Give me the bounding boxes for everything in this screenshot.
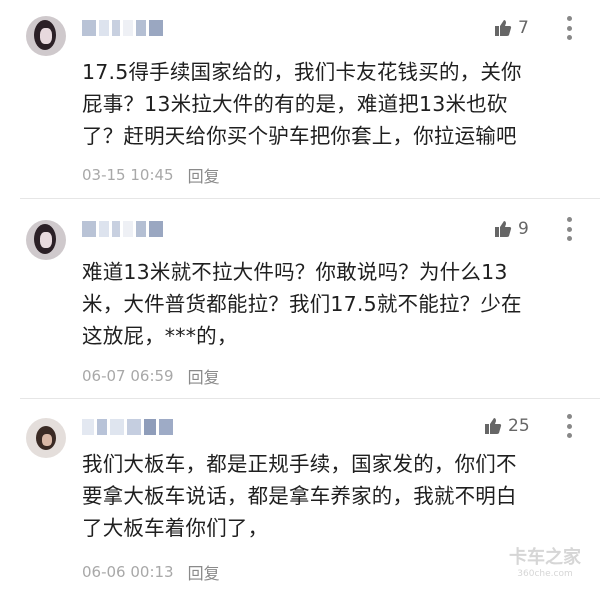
site-watermark: 卡车之家 360che.com [509, 547, 581, 580]
user-avatar[interactable] [26, 220, 66, 260]
more-options-button[interactable] [566, 16, 572, 40]
thumbs-up-icon [495, 20, 512, 36]
username-pixelated[interactable] [82, 416, 173, 438]
timestamp: 06-06 00:13 [82, 563, 174, 581]
like-button[interactable]: 7 [494, 16, 529, 40]
like-button[interactable]: 25 [484, 414, 530, 438]
comment-text: 难道13米就不拉大件吗？你敢说吗？为什么13 米，大件普货都能拉？我们17.5就… [82, 260, 522, 348]
user-avatar[interactable] [26, 16, 66, 56]
user-avatar[interactable] [26, 418, 66, 458]
like-count: 25 [508, 416, 530, 436]
divider [20, 198, 600, 199]
username-pixelated[interactable] [82, 17, 163, 39]
reply-button[interactable]: 回复 [188, 560, 220, 584]
comment-text: 17.5得手续国家给的，我们卡友花钱买的，关你 屁事？13米拉大件的有的是，难道… [82, 60, 522, 148]
reply-button[interactable]: 回复 [188, 364, 220, 388]
comment-meta: 06-06 00:13 回复 [82, 560, 220, 584]
comment-item: 9 难道13米就不拉大件吗？你敢说吗？为什么13 米，大件普货都能拉？我们17.… [0, 200, 600, 396]
reply-button[interactable]: 回复 [188, 163, 220, 187]
thumbs-up-icon [485, 418, 502, 434]
comment-meta: 03-15 10:45 回复 [82, 163, 220, 187]
more-options-button[interactable] [566, 414, 572, 438]
like-button[interactable]: 9 [494, 217, 529, 241]
comment-meta: 06-07 06:59 回复 [82, 364, 220, 388]
thumbs-up-icon [495, 221, 512, 237]
username-pixelated[interactable] [82, 218, 163, 240]
more-options-button[interactable] [566, 217, 572, 241]
comment-text: 我们大板车，都是正规手续，国家发的，你们不 要拿大板车说话，都是拿车养家的，我就… [82, 452, 517, 540]
timestamp: 03-15 10:45 [82, 166, 174, 184]
comment-item: 7 17.5得手续国家给的，我们卡友花钱买的，关你 屁事？13米拉大件的有的是，… [0, 0, 600, 196]
like-count: 7 [518, 18, 529, 38]
timestamp: 06-07 06:59 [82, 367, 174, 385]
like-count: 9 [518, 219, 529, 239]
divider [20, 398, 600, 399]
